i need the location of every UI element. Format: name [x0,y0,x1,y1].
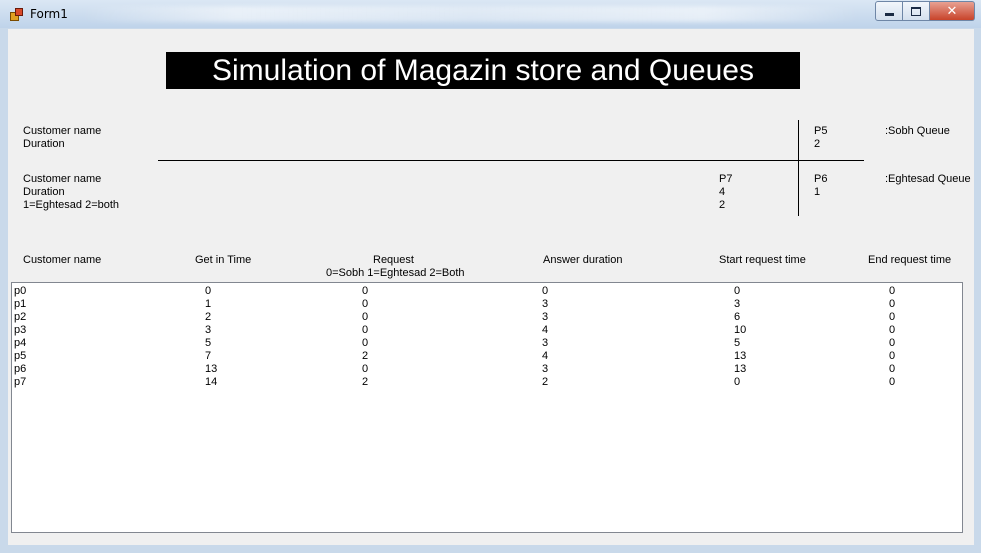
list-item-start: 0 [734,376,741,388]
list-item-end: 0 [889,376,896,388]
list-item-start: 6 [734,311,741,323]
list-item-name: p2 [14,311,27,323]
header-request-legend: 0=Sobh 1=Eghtesad 2=Both [326,267,465,279]
list-item-request: 2 [362,376,369,388]
queue-divider-line [158,160,864,161]
list-item-name: p5 [14,350,27,362]
list-item-get-in: 1 [205,298,212,310]
list-item-request: 0 [362,311,369,323]
list-item-end: 0 [889,324,896,336]
maximize-icon [911,6,921,16]
list-item-end: 0 [889,298,896,310]
customer-listbox[interactable]: p0 0 0 0 0 0 p1 1 0 3 3 0 p2 2 0 3 6 0 p3 3 0 4 10 0 p4 5 0 3 5 0 p5 7 2… [11,282,963,533]
list-item-request: 0 [362,337,369,349]
eghtesad-duration-label: Duration [23,186,65,198]
eghtesad-customer-name-label: Customer name [23,173,102,185]
list-item[interactable]: p7 14 2 2 0 0 [12,376,952,389]
eghtesad-type-label: 1=Eghtesad 2=both [23,199,120,211]
list-item-end: 0 [889,363,896,375]
list-item-start: 0 [734,285,741,297]
list-item-answer: 4 [542,350,549,362]
header-answer-duration: Answer duration [543,254,623,266]
list-item-answer: 3 [542,298,549,310]
list-item-name: p6 [14,363,27,375]
header-start-request-time: Start request time [719,254,806,266]
window-title: Form1 [30,7,68,21]
list-item-end: 0 [889,350,896,362]
header-request: Request [373,254,414,266]
title-bar-background [80,6,860,22]
sobh-duration-label: Duration [23,138,65,150]
list-item-start: 13 [734,350,747,362]
list-item-get-in: 5 [205,337,212,349]
list-item[interactable]: p4 5 0 3 5 0 [12,337,952,350]
list-item[interactable]: p5 7 2 4 13 0 [12,350,952,363]
title-bar[interactable]: Form1 ✕ [0,0,981,28]
list-item-start: 10 [734,324,747,336]
eghtesad-waiting-type: 2 [719,199,726,211]
list-item-request: 0 [362,285,369,297]
eghtesad-waiting-customer: P7 [719,173,733,185]
list-item-get-in: 3 [205,324,212,336]
list-item-answer: 2 [542,376,549,388]
list-item-request: 2 [362,350,369,362]
list-item-answer: 4 [542,324,549,336]
list-item-request: 0 [362,298,369,310]
app-icon[interactable] [10,8,23,21]
list-item-name: p7 [14,376,27,388]
list-item-answer: 0 [542,285,549,297]
list-item-get-in: 13 [205,363,218,375]
list-item-get-in: 0 [205,285,212,297]
list-item[interactable]: p3 3 0 4 10 0 [12,324,952,337]
header-end-request-time: End request time [868,254,952,266]
list-item-answer: 3 [542,337,549,349]
maximize-button[interactable] [903,1,930,21]
eghtesad-current-duration: 1 [814,186,821,198]
sobh-customer-name-label: Customer name [23,125,102,137]
list-item-get-in: 7 [205,350,212,362]
sobh-current-duration: 2 [814,138,821,150]
list-item[interactable]: p6 13 0 3 13 0 [12,363,952,376]
list-item-name: p1 [14,298,27,310]
list-item-answer: 3 [542,311,549,323]
list-item-name: p4 [14,337,27,349]
header-customer-name: Customer name [23,254,102,266]
minimize-button[interactable] [875,1,903,21]
list-item-end: 0 [889,311,896,323]
list-item-request: 0 [362,363,369,375]
list-item-end: 0 [889,285,896,297]
eghtesad-queue-label: :Eghtesad Queue [885,173,971,185]
page-title: Simulation of Magazin store and Queues [166,52,800,89]
list-item[interactable]: p1 1 0 3 3 0 [12,298,952,311]
eghtesad-current-customer: P6 [814,173,828,185]
list-item-name: p3 [14,324,27,336]
list-item-answer: 3 [542,363,549,375]
eghtesad-waiting-duration: 4 [719,186,726,198]
list-item-start: 5 [734,337,741,349]
close-button[interactable]: ✕ [930,1,975,21]
header-get-in-time: Get in Time [195,254,252,266]
list-item-end: 0 [889,337,896,349]
sobh-queue-label: :Sobh Queue [885,125,950,137]
list-item-request: 0 [362,324,369,336]
list-item[interactable]: p0 0 0 0 0 0 [12,285,952,298]
window-controls: ✕ [875,1,975,21]
form-client-area: Simulation of Magazin store and Queues C… [8,29,974,545]
server-divider-line [798,120,799,216]
close-icon: ✕ [946,3,958,19]
list-item[interactable]: p2 2 0 3 6 0 [12,311,952,324]
list-item-start: 13 [734,363,747,375]
list-item-get-in: 2 [205,311,212,323]
list-item-get-in: 14 [205,376,218,388]
minimize-icon [884,12,894,16]
list-item-name: p0 [14,285,27,297]
list-item-start: 3 [734,298,741,310]
sobh-current-customer: P5 [814,125,828,137]
